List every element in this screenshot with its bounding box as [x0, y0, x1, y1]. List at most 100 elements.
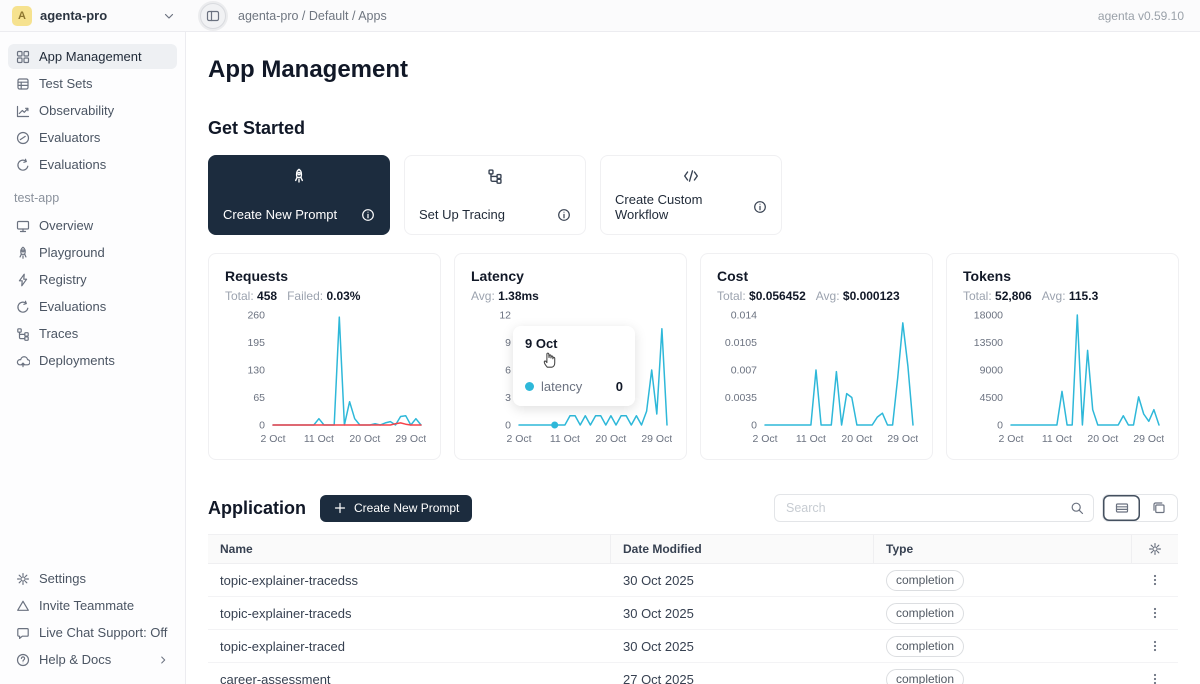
svg-text:0: 0 [505, 420, 511, 432]
table-settings-button[interactable] [1132, 535, 1178, 563]
sidebar-item-evaluations[interactable]: Evaluations [8, 294, 177, 319]
sidebar-item-deployments[interactable]: Deployments [8, 348, 177, 373]
row-menu-button[interactable] [1132, 672, 1178, 684]
hierarchy-icon [419, 168, 571, 184]
create-new-prompt-label: Create New Prompt [354, 501, 459, 515]
svg-text:4500: 4500 [980, 392, 1004, 404]
svg-text:2 Oct: 2 Oct [260, 433, 285, 445]
svg-text:20 Oct: 20 Oct [595, 433, 626, 445]
get-started-cards: Create New PromptSet Up TracingCreate Cu… [208, 155, 1178, 235]
svg-text:6: 6 [505, 365, 511, 377]
column-header-name[interactable]: Name [208, 535, 611, 563]
dots-vertical-icon [1148, 639, 1162, 653]
sidebar-item-live-chat-support-off[interactable]: Live Chat Support: Off [8, 620, 177, 645]
column-header-date-modified[interactable]: Date Modified [611, 535, 874, 563]
get-started-title: Get Started [208, 118, 1178, 139]
sidebar-item-label: Playground [39, 245, 105, 260]
table-view-icon [1115, 501, 1129, 515]
svg-text:20 Oct: 20 Oct [1087, 433, 1118, 445]
sidebar-item-evaluators[interactable]: Evaluators [8, 125, 177, 150]
table-row[interactable]: topic-explainer-traceds30 Oct 2025comple… [208, 597, 1178, 630]
svg-text:2 Oct: 2 Oct [998, 433, 1023, 445]
gear-icon [1148, 542, 1162, 556]
help-icon [16, 653, 30, 667]
svg-text:0: 0 [751, 420, 757, 432]
sidebar-footer-nav: SettingsInvite TeammateLive Chat Support… [8, 566, 177, 674]
sidebar-main-nav: App Management Test Sets Observability Eval… [8, 44, 177, 179]
svg-text:11 Oct: 11 Oct [550, 433, 580, 445]
svg-text:0.014: 0.014 [731, 310, 757, 322]
sidebar-item-help-docs[interactable]: Help & Docs [8, 647, 177, 672]
svg-text:0.007: 0.007 [731, 365, 757, 377]
row-menu-button[interactable] [1132, 606, 1178, 620]
create-new-prompt-button[interactable]: Create New Prompt [320, 495, 472, 522]
search-input[interactable] [784, 500, 1070, 516]
gear-icon [16, 572, 30, 586]
chart-plot-requests[interactable]: 2601951306502 Oct11 Oct20 Oct29 Oct [225, 307, 426, 447]
sidebar-item-label: Help & Docs [39, 652, 111, 667]
sidebar-item-overview[interactable]: Overview [8, 213, 177, 238]
search-box[interactable] [774, 494, 1094, 522]
app-name[interactable]: career-assessment [208, 672, 611, 684]
table-row[interactable]: topic-explainer-traced30 Oct 2025complet… [208, 630, 1178, 663]
sidebar-item-registry[interactable]: Registry [8, 267, 177, 292]
monitor-icon [16, 219, 30, 233]
sidebar-item-evaluations[interactable]: Evaluations [8, 152, 177, 177]
breadcrumb: agenta-pro / Default / Apps [238, 9, 387, 23]
sidebar-item-observability[interactable]: Observability [8, 98, 177, 123]
svg-text:9000: 9000 [980, 365, 1004, 377]
info-icon[interactable] [753, 200, 767, 214]
get-started-card-create-new-prompt[interactable]: Create New Prompt [208, 155, 390, 235]
search-icon[interactable] [1070, 501, 1084, 515]
svg-text:20 Oct: 20 Oct [349, 433, 380, 445]
type-badge: completion [886, 570, 964, 591]
sidebar-item-invite-teammate[interactable]: Invite Teammate [8, 593, 177, 618]
column-header-type[interactable]: Type [874, 535, 1132, 563]
row-menu-button[interactable] [1132, 573, 1178, 587]
svg-text:11 Oct: 11 Oct [1042, 433, 1072, 445]
sidebar-item-settings[interactable]: Settings [8, 566, 177, 591]
card-view-button[interactable] [1140, 495, 1177, 521]
chart-title: Tokens [963, 268, 1162, 284]
workspace-selector[interactable]: A agenta-pro [0, 6, 186, 26]
table-row[interactable]: topic-explainer-tracedss30 Oct 2025compl… [208, 564, 1178, 597]
table-row[interactable]: career-assessment27 Oct 2025completion [208, 663, 1178, 684]
sidebar-item-app-management[interactable]: App Management [8, 44, 177, 69]
tooltip-value: 0 [616, 379, 623, 394]
table-view-button[interactable] [1103, 495, 1140, 521]
sidebar-item-label: Test Sets [39, 76, 92, 91]
chart-title: Cost [717, 268, 916, 284]
sidebar-item-playground[interactable]: Playground [8, 240, 177, 265]
workspace-name: agenta-pro [40, 8, 154, 23]
app-name[interactable]: topic-explainer-traceds [208, 606, 611, 621]
gauge-icon [16, 131, 30, 145]
sidebar-item-test-sets[interactable]: Test Sets [8, 71, 177, 96]
sidebar-item-label: Evaluators [39, 130, 100, 145]
circular-arrow-icon [16, 158, 30, 172]
sidebar-item-label: Observability [39, 103, 114, 118]
svg-text:20 Oct: 20 Oct [841, 433, 872, 445]
app-name[interactable]: topic-explainer-traced [208, 639, 611, 654]
app-date-modified: 27 Oct 2025 [611, 672, 874, 684]
view-toggle [1102, 494, 1178, 522]
app-type: completion [874, 636, 1132, 657]
info-icon[interactable] [557, 208, 571, 222]
plus-icon [333, 501, 347, 515]
sidebar-collapse-button[interactable] [200, 3, 226, 29]
app-name[interactable]: topic-explainer-tracedss [208, 573, 611, 588]
svg-text:13500: 13500 [974, 337, 1003, 349]
svg-text:65: 65 [253, 392, 265, 404]
charts-row: RequestsTotal: 458Failed: 0.03%260195130… [208, 253, 1178, 460]
get-started-card-set-up-tracing[interactable]: Set Up Tracing [404, 155, 586, 235]
sidebar-item-traces[interactable]: Traces [8, 321, 177, 346]
svg-text:0.0105: 0.0105 [725, 337, 757, 349]
app-type: completion [874, 603, 1132, 624]
cloud-icon [16, 354, 30, 368]
sidebar-item-label: Evaluations [39, 157, 106, 172]
row-menu-button[interactable] [1132, 639, 1178, 653]
svg-text:29 Oct: 29 Oct [887, 433, 918, 445]
chart-plot-tokens[interactable]: 18000135009000450002 Oct11 Oct20 Oct29 O… [963, 307, 1164, 447]
get-started-card-create-custom-workflow[interactable]: Create Custom Workflow [600, 155, 782, 235]
info-icon[interactable] [361, 208, 375, 222]
chart-plot-cost[interactable]: 0.0140.01050.0070.003502 Oct11 Oct20 Oct… [717, 307, 918, 447]
